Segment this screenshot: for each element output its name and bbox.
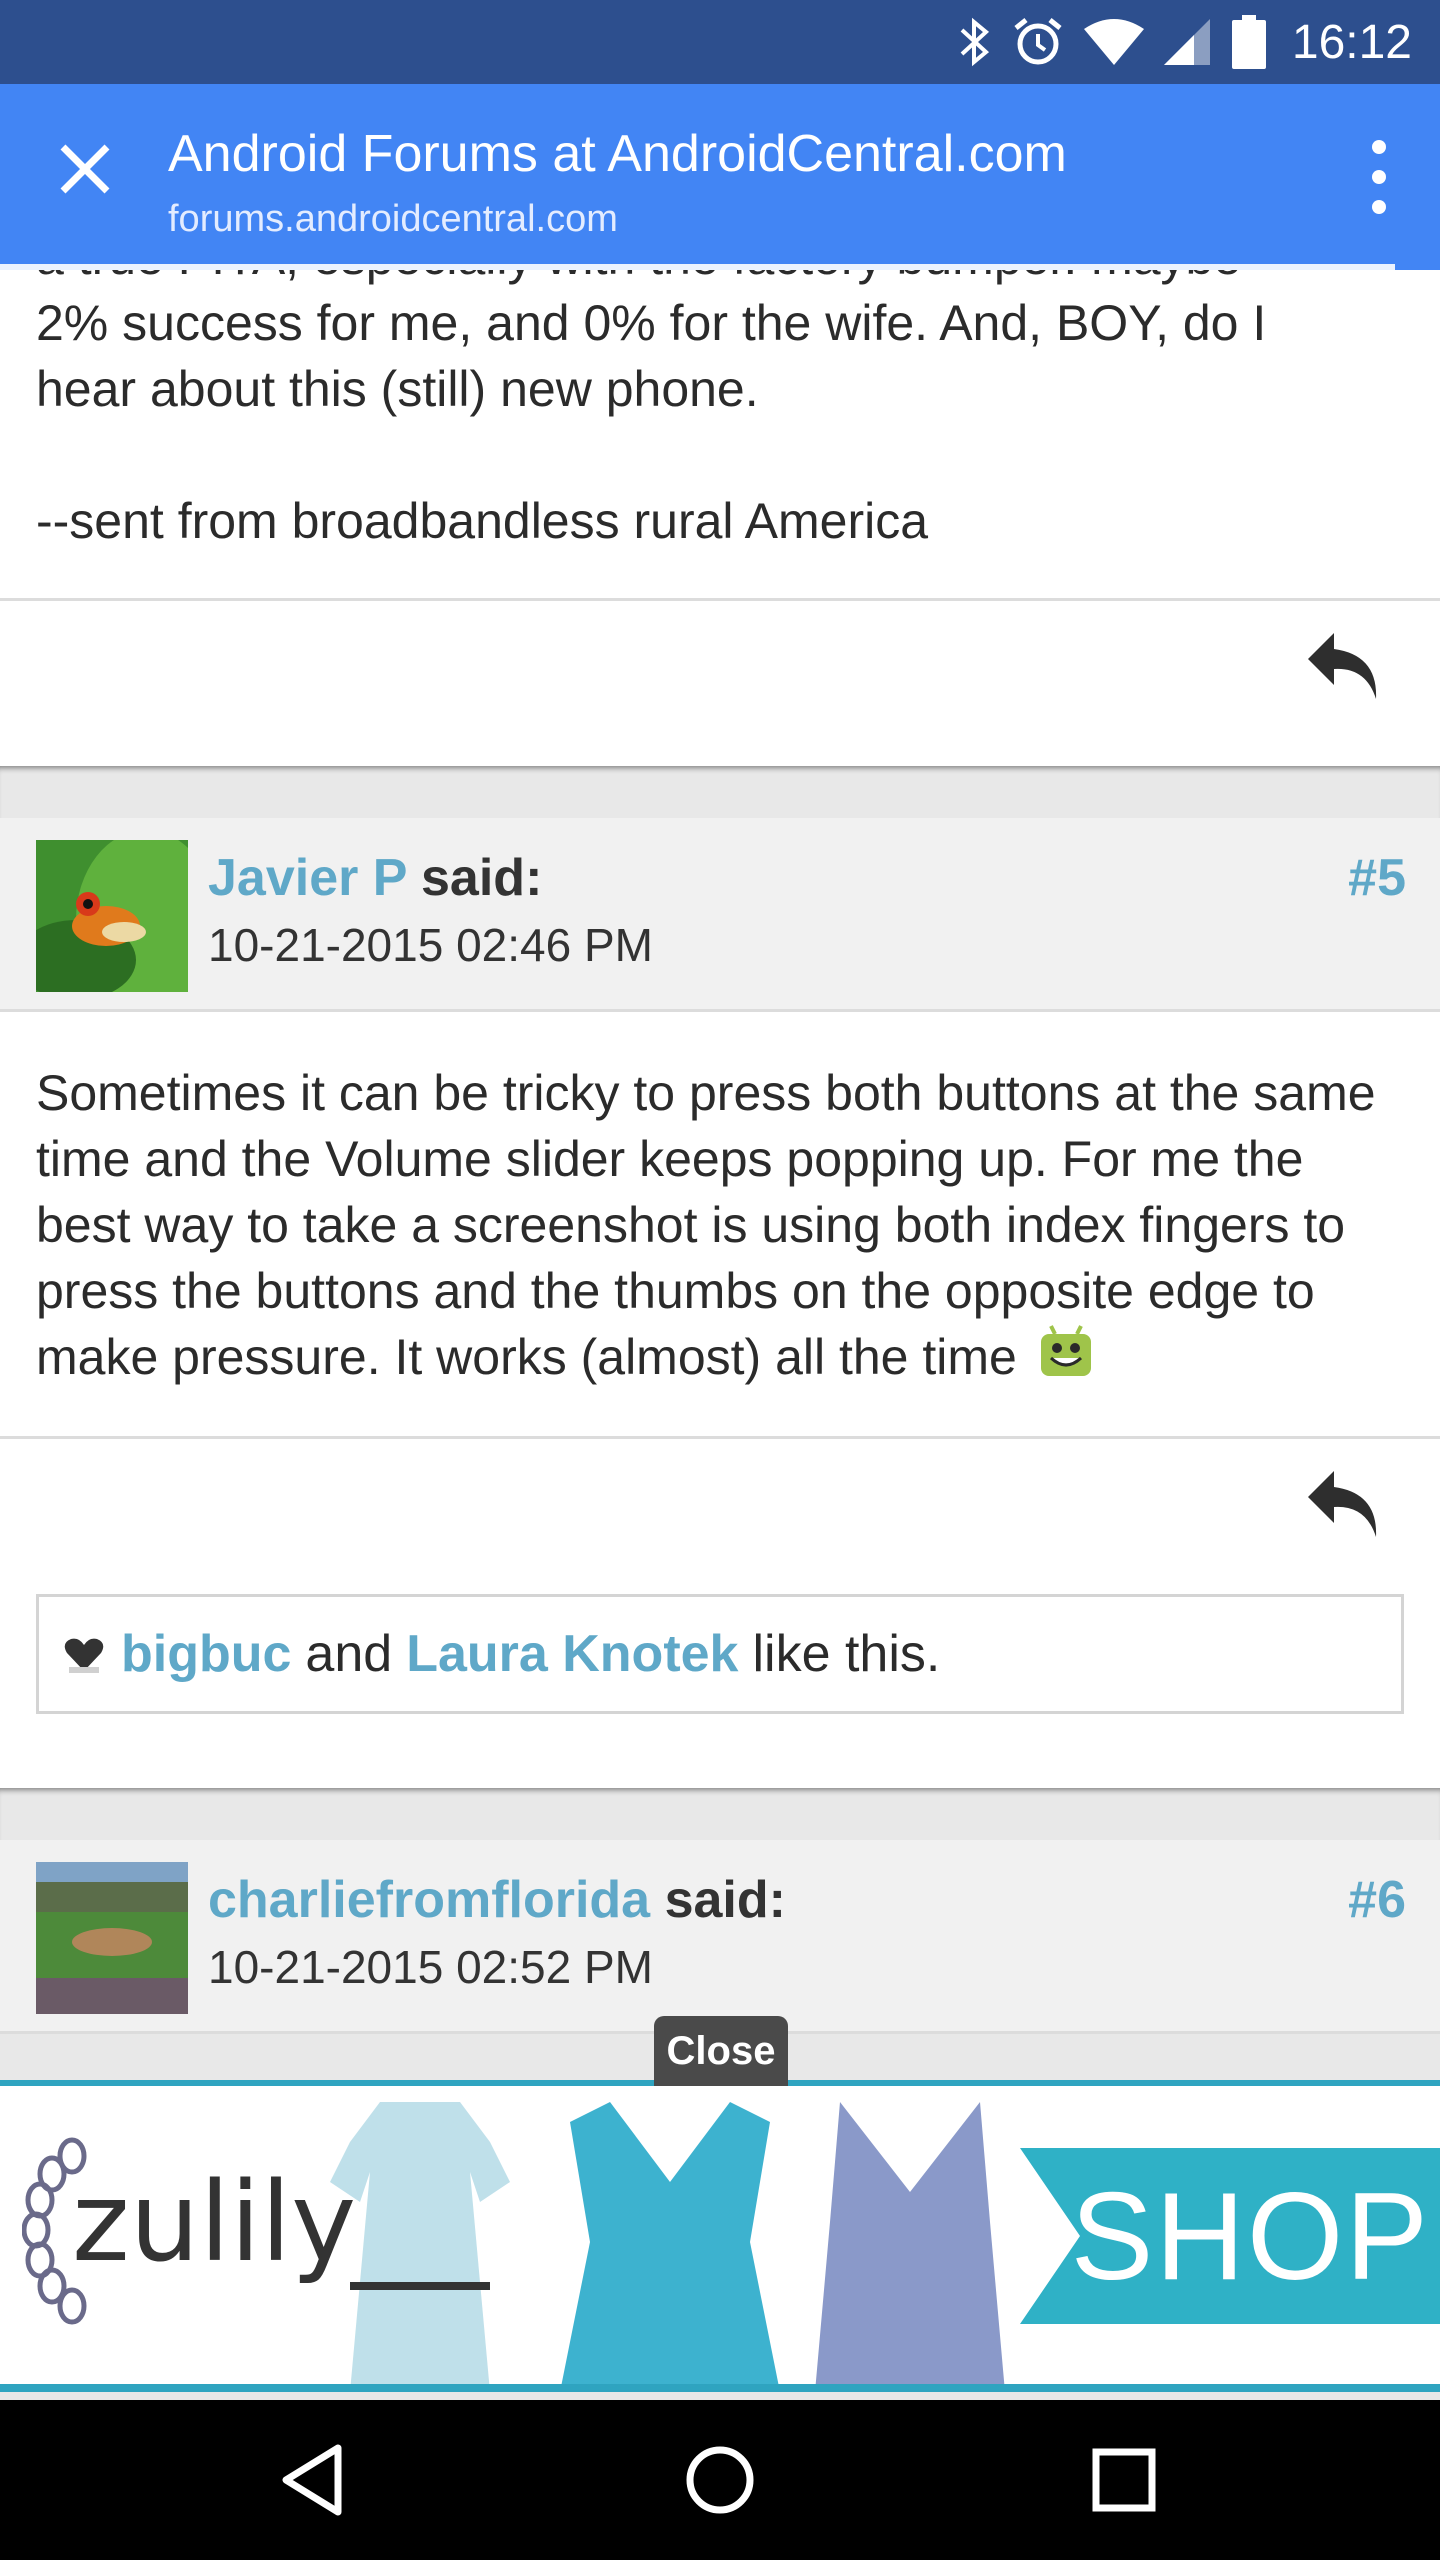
username-link[interactable]: charliefromflorida: [208, 1871, 650, 1929]
dress-image: [561, 2102, 779, 2384]
status-bar: 16:12: [0, 0, 1440, 84]
post-date: 10-21-2015 02:46 PM: [208, 919, 653, 971]
post-text-blank: [0, 422, 1440, 488]
custom-tab-toolbar: Android Forums at AndroidCentral.com for…: [0, 84, 1440, 270]
previous-post-body: a true PITA, especially with the factory…: [0, 270, 1440, 598]
likes-suffix: like this.: [752, 1625, 941, 1683]
reply-row: [0, 598, 1440, 766]
post-body: Sometimes it can be tricky to press both…: [0, 1012, 1440, 1436]
status-icons: 16:12: [958, 0, 1412, 84]
wifi-icon: [1083, 19, 1144, 65]
close-button[interactable]: [40, 124, 130, 214]
post-date: 10-21-2015 02:52 PM: [208, 1941, 653, 1993]
forum-thread: a true PITA, especially with the factory…: [0, 270, 1440, 2080]
close-icon: [60, 144, 110, 194]
post-text: Sometimes it can be tricky to press both…: [0, 1060, 1440, 1390]
stadium-avatar-image: [36, 1862, 188, 2014]
avatar[interactable]: [36, 1862, 188, 2014]
reply-icon[interactable]: [1304, 629, 1388, 705]
status-time: 16:12: [1291, 15, 1412, 69]
reply-row: [0, 1436, 1440, 1594]
overflow-menu-icon: [1372, 170, 1386, 184]
overflow-menu-icon: [1372, 140, 1386, 154]
overflow-menu-button[interactable]: [1362, 132, 1396, 222]
avatar[interactable]: [36, 840, 188, 992]
username-line: Javier P said:: [208, 848, 542, 908]
page-url[interactable]: forums.androidcentral.com: [168, 198, 618, 241]
post-number-link[interactable]: #6: [1348, 1870, 1406, 1930]
post-text-line: 2% success for me, and 0% for the wife. …: [36, 295, 1267, 351]
post-text: a true PITA, especially with the factory…: [0, 270, 1440, 290]
overflow-menu-icon: [1372, 200, 1386, 214]
ad-close-button[interactable]: Close: [654, 2016, 788, 2086]
android-smiley-icon: [1040, 1325, 1091, 1376]
reply-icon[interactable]: [1304, 1467, 1388, 1543]
post-number-link[interactable]: #5: [1348, 848, 1406, 908]
said-label: said:: [421, 849, 543, 907]
home-icon[interactable]: [680, 2440, 760, 2520]
dress-image: [815, 2102, 1005, 2384]
likes-wrapper: bigbuc and Laura Knotek like this.: [0, 1594, 1440, 1788]
frog-avatar-image: [36, 840, 188, 992]
ad-shop-label[interactable]: SHOP: [1071, 2166, 1430, 2308]
alarm-icon: [1014, 18, 1062, 65]
signal-icon: [1163, 19, 1210, 65]
said-label: said:: [664, 1871, 786, 1929]
liker-link[interactable]: Laura Knotek: [406, 1624, 738, 1684]
page-title: Android Forums at AndroidCentral.com: [168, 125, 1067, 183]
post-separator: [0, 766, 1440, 818]
bluetooth-icon: [960, 17, 989, 67]
username-line: charliefromflorida said:: [208, 1870, 786, 1930]
heart-icon: [64, 1638, 104, 1673]
likes-and: and: [305, 1625, 393, 1683]
post-separator: [0, 1788, 1440, 1840]
system-nav-bar: [0, 2400, 1440, 2560]
partial-line: a true PITA, especially with the factory…: [36, 270, 1404, 290]
liker-link[interactable]: bigbuc: [121, 1624, 291, 1684]
post-header: Javier P said: 10-21-2015 02:46 PM #5: [0, 818, 1440, 1012]
post-header: charliefromflorida said: 10-21-2015 02:5…: [0, 1840, 1440, 2034]
likes-box: bigbuc and Laura Knotek like this.: [36, 1594, 1404, 1714]
recents-icon[interactable]: [1084, 2440, 1164, 2520]
dress-image: [330, 2102, 510, 2384]
back-icon[interactable]: [276, 2440, 356, 2520]
username-link[interactable]: Javier P: [208, 849, 407, 907]
post-text-content: Sometimes it can be tricky to press both…: [36, 1065, 1376, 1385]
ad-banner[interactable]: zulily SHOP: [0, 2080, 1440, 2392]
post-text-line: hear about this (still) new phone.: [36, 361, 759, 417]
battery-icon: [1231, 15, 1266, 69]
post-signature: --sent from broadbandless rural America: [36, 493, 929, 549]
